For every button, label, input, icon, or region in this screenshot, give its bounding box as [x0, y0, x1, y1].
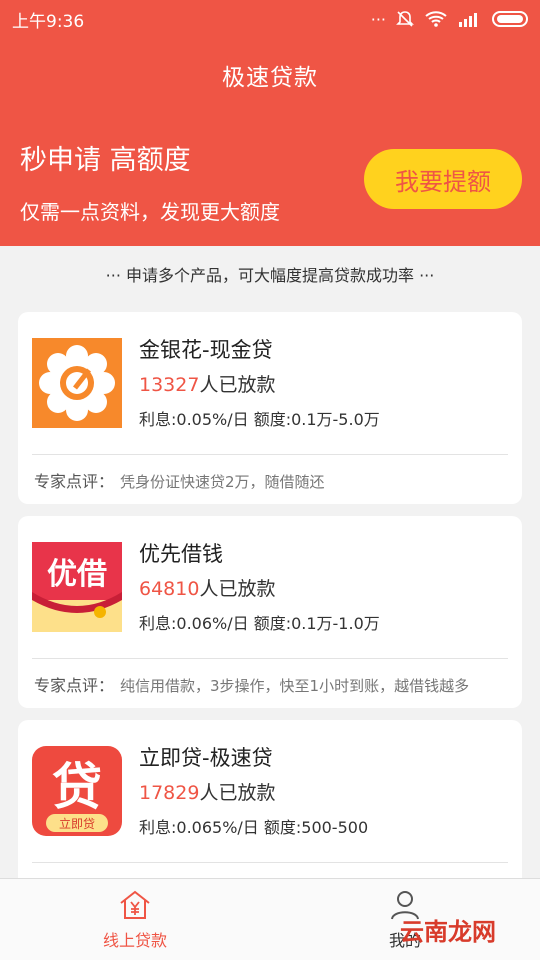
- nav-bar: 极速贷款: [0, 38, 540, 112]
- notice-text: ··· 申请多个产品，可大幅度提高贷款成功率 ···: [105, 266, 435, 285]
- hero-subtitle: 仅需一点资料，发现更大额度: [20, 200, 280, 224]
- status-time: 上午9:36: [12, 11, 85, 32]
- expert-review: 专家点评： 纯信用借款，3步操作，快至1小时到账，越借钱越多: [34, 672, 512, 696]
- wifi-icon: [425, 11, 447, 27]
- page-title: 极速贷款: [222, 65, 318, 91]
- yen-house-icon: [120, 890, 150, 919]
- review-text: 凭身份证快速贷2万，随借随还: [120, 473, 325, 491]
- signal-icon: [459, 13, 477, 27]
- product-name: 立即贷-极速贷: [139, 746, 273, 770]
- youjie-logo-icon: 优借: [32, 542, 122, 632]
- tab-label: 线上贷款: [102, 930, 167, 950]
- product-name: 金银花-现金贷: [139, 338, 273, 362]
- loan-count-suffix: 人已放款: [199, 782, 276, 804]
- battery-icon: [492, 11, 528, 27]
- lijidai-logo-text: 立即贷: [59, 816, 95, 831]
- lijidai-logo-icon: 贷 立即贷: [32, 746, 122, 836]
- loan-count: 17829人已放款: [139, 778, 275, 805]
- review-text: 纯信用借款，3步操作，快至1小时到账，越借钱越多: [120, 677, 470, 695]
- youjie-logo-text: 优借: [47, 557, 107, 592]
- hero-banner: 秒申请 高额度 仅需一点资料，发现更大额度 我要提额: [0, 112, 540, 246]
- divider: [32, 862, 508, 863]
- loan-count-suffix: 人已放款: [199, 374, 276, 396]
- loan-count-number: 13327: [139, 374, 200, 396]
- status-icons: ···: [371, 10, 528, 29]
- loan-count-suffix: 人已放款: [199, 578, 276, 600]
- product-card[interactable]: 金银花-现金贷 13327人已放款 利息:0.05%/日 额度:0.1万-5.0…: [18, 312, 522, 504]
- watermark: 云南龙网: [400, 918, 496, 946]
- rate-info: 利息:0.06%/日 额度:0.1万-1.0万: [139, 614, 380, 633]
- product-card[interactable]: 优借 优先借钱 64810人已放款 利息:0.06%/日 额度:0.1万-1.0…: [18, 516, 522, 708]
- rate-info: 利息:0.065%/日 额度:500-500: [139, 818, 369, 837]
- tab-online-loan[interactable]: 线上贷款: [0, 879, 270, 960]
- divider: [32, 658, 508, 659]
- review-label: 专家点评：: [34, 472, 115, 491]
- divider: [32, 454, 508, 455]
- hero-title: 秒申请 高额度: [20, 145, 191, 176]
- rate-info: 利息:0.05%/日 额度:0.1万-5.0万: [139, 410, 380, 429]
- mute-bell-icon: [396, 11, 414, 27]
- product-name: 优先借钱: [139, 542, 223, 566]
- loan-count-number: 64810: [139, 578, 200, 600]
- raise-limit-button[interactable]: 我要提额: [364, 149, 522, 209]
- jinyinhua-logo-icon: [32, 338, 122, 428]
- product-card[interactable]: 贷 立即贷 立即贷-极速贷 17829人已放款 利息:0.065%/日 额度:5…: [18, 720, 522, 890]
- more-dots-icon: ···: [370, 9, 386, 29]
- status-bar: 上午9:36 ···: [0, 0, 540, 38]
- loan-count: 64810人已放款: [139, 574, 275, 601]
- loan-count: 13327人已放款: [139, 370, 275, 397]
- lijidai-logo-char: 贷: [52, 758, 102, 816]
- loan-count-number: 17829: [139, 782, 200, 804]
- review-label: 专家点评：: [34, 676, 115, 695]
- expert-review: 专家点评： 凭身份证快速贷2万，随借随还: [34, 468, 512, 492]
